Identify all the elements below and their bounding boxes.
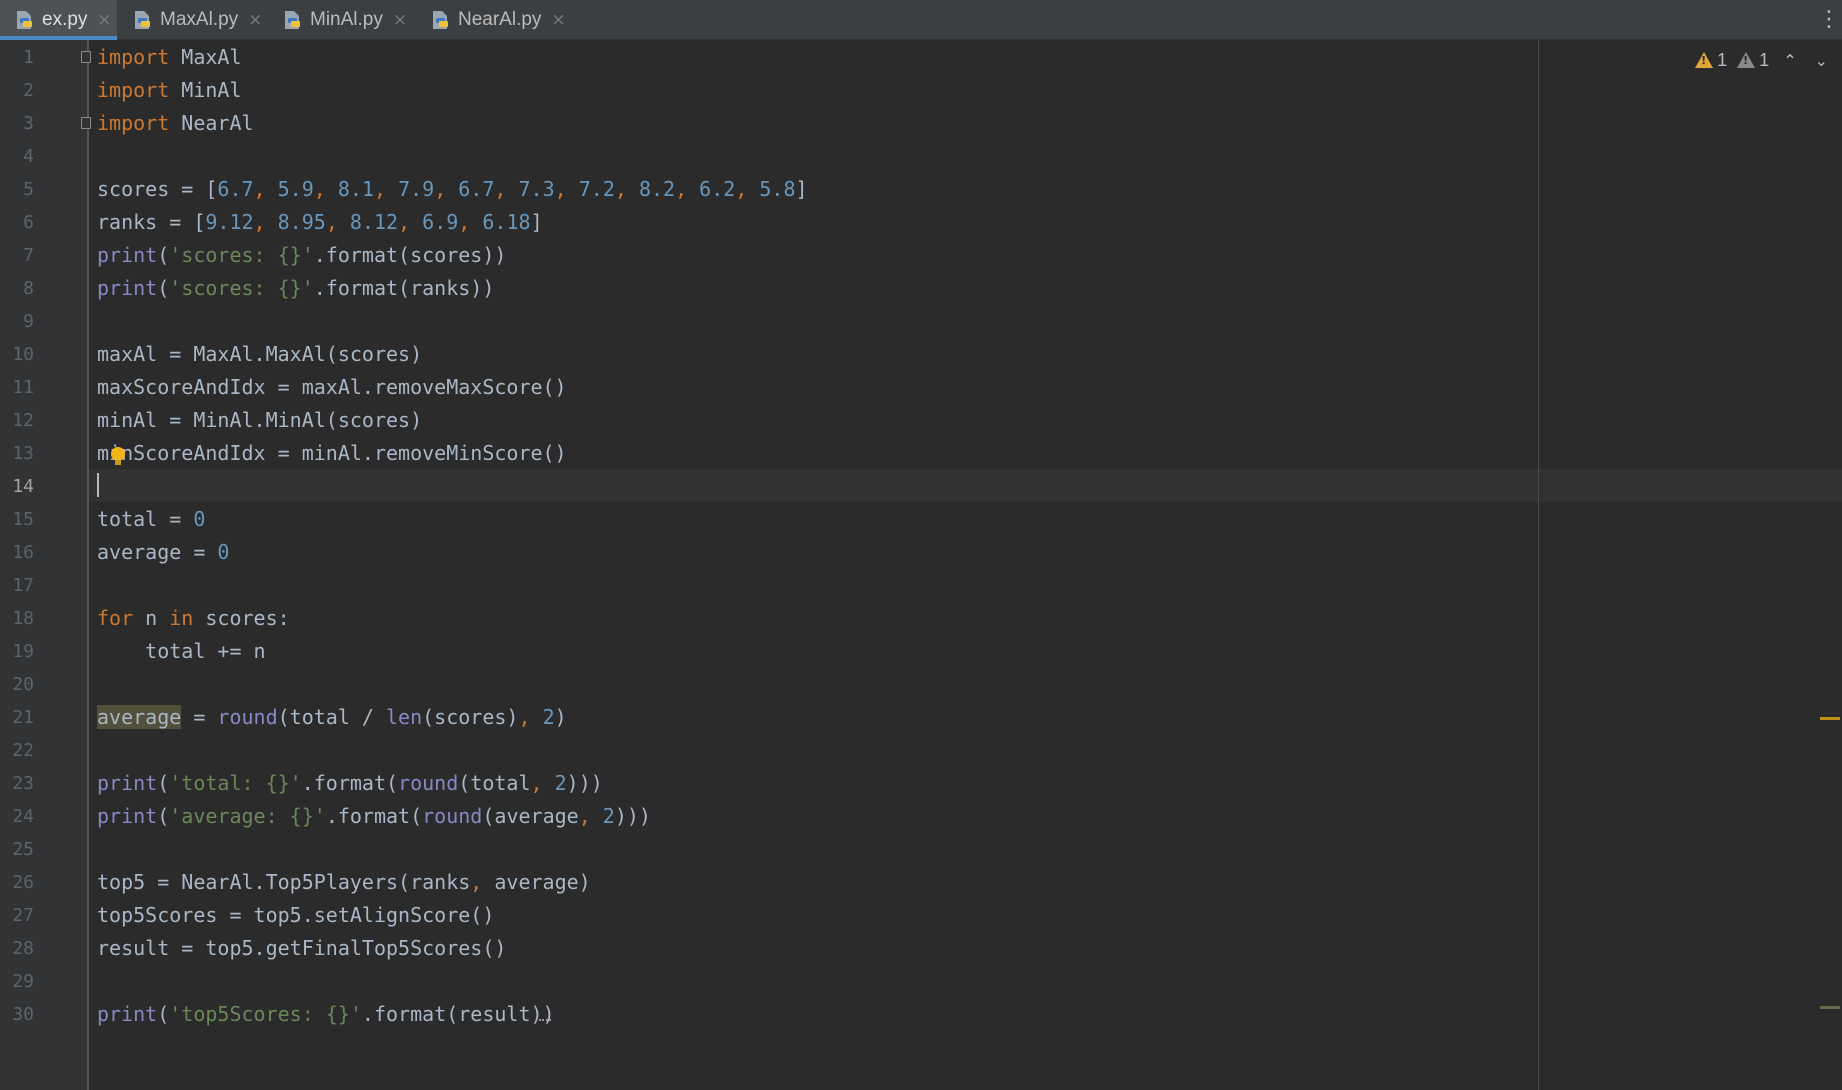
tab-label: ex.py: [42, 9, 88, 30]
close-icon[interactable]: ×: [97, 10, 111, 30]
error-stripe-weak-warning-mark[interactable]: [1820, 1006, 1840, 1009]
tab-maxal-py[interactable]: MaxAl.py ×: [118, 0, 262, 40]
inspection-widget[interactable]: 1 1 ⌃ ⌄: [1695, 46, 1832, 74]
line-number[interactable]: 4: [0, 140, 34, 173]
editor-tab-bar: ex.py × MaxAl.py × MinAl.py × NearAl.py …: [0, 0, 1842, 40]
warning-icon: [1695, 52, 1714, 68]
code-line[interactable]: total += n: [97, 635, 265, 668]
warning-count[interactable]: 1: [1695, 50, 1727, 71]
code-line[interactable]: print('top5Scores: {}'.format(result)): [97, 998, 555, 1031]
line-number[interactable]: 12: [0, 404, 34, 437]
error-stripe-warning-mark[interactable]: [1820, 717, 1840, 720]
code-line[interactable]: for n in scores:: [97, 602, 290, 635]
code-line[interactable]: print('average: {}'.format(round(average…: [97, 800, 651, 833]
python-file-icon: [430, 10, 450, 30]
code-line[interactable]: scores = [6.7, 5.9, 8.1, 7.9, 6.7, 7.3, …: [97, 173, 808, 206]
tab-ex-py[interactable]: ex.py ×: [0, 0, 117, 40]
code-line[interactable]: average = round(total / len(scores), 2): [97, 701, 567, 734]
line-number[interactable]: 9: [0, 305, 34, 338]
weak-warning-count-label: 1: [1759, 49, 1770, 70]
code-line[interactable]: import MinAl: [97, 74, 242, 107]
line-number[interactable]: 22: [0, 734, 34, 767]
code-line[interactable]: average = 0: [97, 536, 229, 569]
weak-warning-icon: [1737, 52, 1756, 68]
line-number[interactable]: 18: [0, 602, 34, 635]
line-number[interactable]: 30: [0, 998, 34, 1031]
line-number[interactable]: 28: [0, 932, 34, 965]
line-number[interactable]: 6: [0, 206, 34, 239]
line-number[interactable]: 11: [0, 371, 34, 404]
python-file-icon: [132, 10, 152, 30]
line-number[interactable]: 17: [0, 569, 34, 602]
line-number[interactable]: 3: [0, 107, 34, 140]
code-line[interactable]: top5Scores = top5.setAlignScore(): [97, 899, 494, 932]
current-line-highlight: [89, 469, 1842, 502]
weak-warning-underline: [539, 1016, 551, 1021]
line-number[interactable]: 2: [0, 74, 34, 107]
text-caret: [97, 473, 99, 497]
tab-overflow-menu-icon[interactable]: ⋮: [1818, 6, 1840, 34]
intention-bulb-icon[interactable]: [111, 447, 125, 465]
code-line[interactable]: minScoreAndIdx = minAl.removeMinScore(): [97, 437, 567, 470]
weak-warning-count[interactable]: 1: [1737, 50, 1769, 71]
code-line[interactable]: total = 0: [97, 503, 205, 536]
code-line[interactable]: result = top5.getFinalTop5Scores(): [97, 932, 506, 965]
code-line[interactable]: import MaxAl: [97, 41, 242, 74]
chevron-up-icon[interactable]: ⌃: [1779, 51, 1800, 70]
line-number[interactable]: 23: [0, 767, 34, 800]
close-icon[interactable]: ×: [393, 10, 407, 30]
right-margin-guide: [1538, 40, 1539, 1090]
code-line[interactable]: print('total: {}'.format(round(total, 2)…: [97, 767, 603, 800]
line-number[interactable]: 8: [0, 272, 34, 305]
line-number[interactable]: 15: [0, 503, 34, 536]
code-line[interactable]: minAl = MinAl.MinAl(scores): [97, 404, 422, 437]
code-line[interactable]: print('scores: {}'.format(ranks)): [97, 272, 494, 305]
line-number[interactable]: 5: [0, 173, 34, 206]
line-number[interactable]: 14: [0, 470, 34, 503]
line-number[interactable]: 13: [0, 437, 34, 470]
tab-label: NearAl.py: [458, 9, 542, 30]
tab-label: MinAl.py: [310, 9, 383, 30]
line-number[interactable]: 25: [0, 833, 34, 866]
python-file-icon: [14, 10, 34, 30]
line-number[interactable]: 7: [0, 239, 34, 272]
line-number[interactable]: 24: [0, 800, 34, 833]
line-number[interactable]: 21: [0, 701, 34, 734]
line-number[interactable]: 10: [0, 338, 34, 371]
warning-count-label: 1: [1717, 49, 1728, 70]
code-line[interactable]: ranks = [9.12, 8.95, 8.12, 6.9, 6.18]: [97, 206, 543, 239]
line-number[interactable]: 20: [0, 668, 34, 701]
line-number[interactable]: 29: [0, 965, 34, 998]
tab-minal-py[interactable]: MinAl.py ×: [268, 0, 416, 40]
line-number[interactable]: 19: [0, 635, 34, 668]
code-line[interactable]: top5 = NearAl.Top5Players(ranks, average…: [97, 866, 591, 899]
python-file-icon: [282, 10, 302, 30]
tab-nearal-py[interactable]: NearAl.py ×: [416, 0, 576, 40]
code-line[interactable]: maxAl = MaxAl.MaxAl(scores): [97, 338, 422, 371]
line-number[interactable]: 26: [0, 866, 34, 899]
chevron-down-icon[interactable]: ⌄: [1811, 51, 1832, 70]
code-line[interactable]: print('scores: {}'.format(scores)): [97, 239, 506, 272]
tab-label: MaxAl.py: [160, 9, 239, 30]
close-icon[interactable]: ×: [248, 10, 262, 30]
code-line[interactable]: import NearAl: [97, 107, 254, 140]
line-number[interactable]: 1: [0, 41, 34, 74]
line-number[interactable]: 27: [0, 899, 34, 932]
close-icon[interactable]: ×: [551, 10, 565, 30]
line-number[interactable]: 16: [0, 536, 34, 569]
code-line[interactable]: maxScoreAndIdx = maxAl.removeMaxScore(): [97, 371, 567, 404]
